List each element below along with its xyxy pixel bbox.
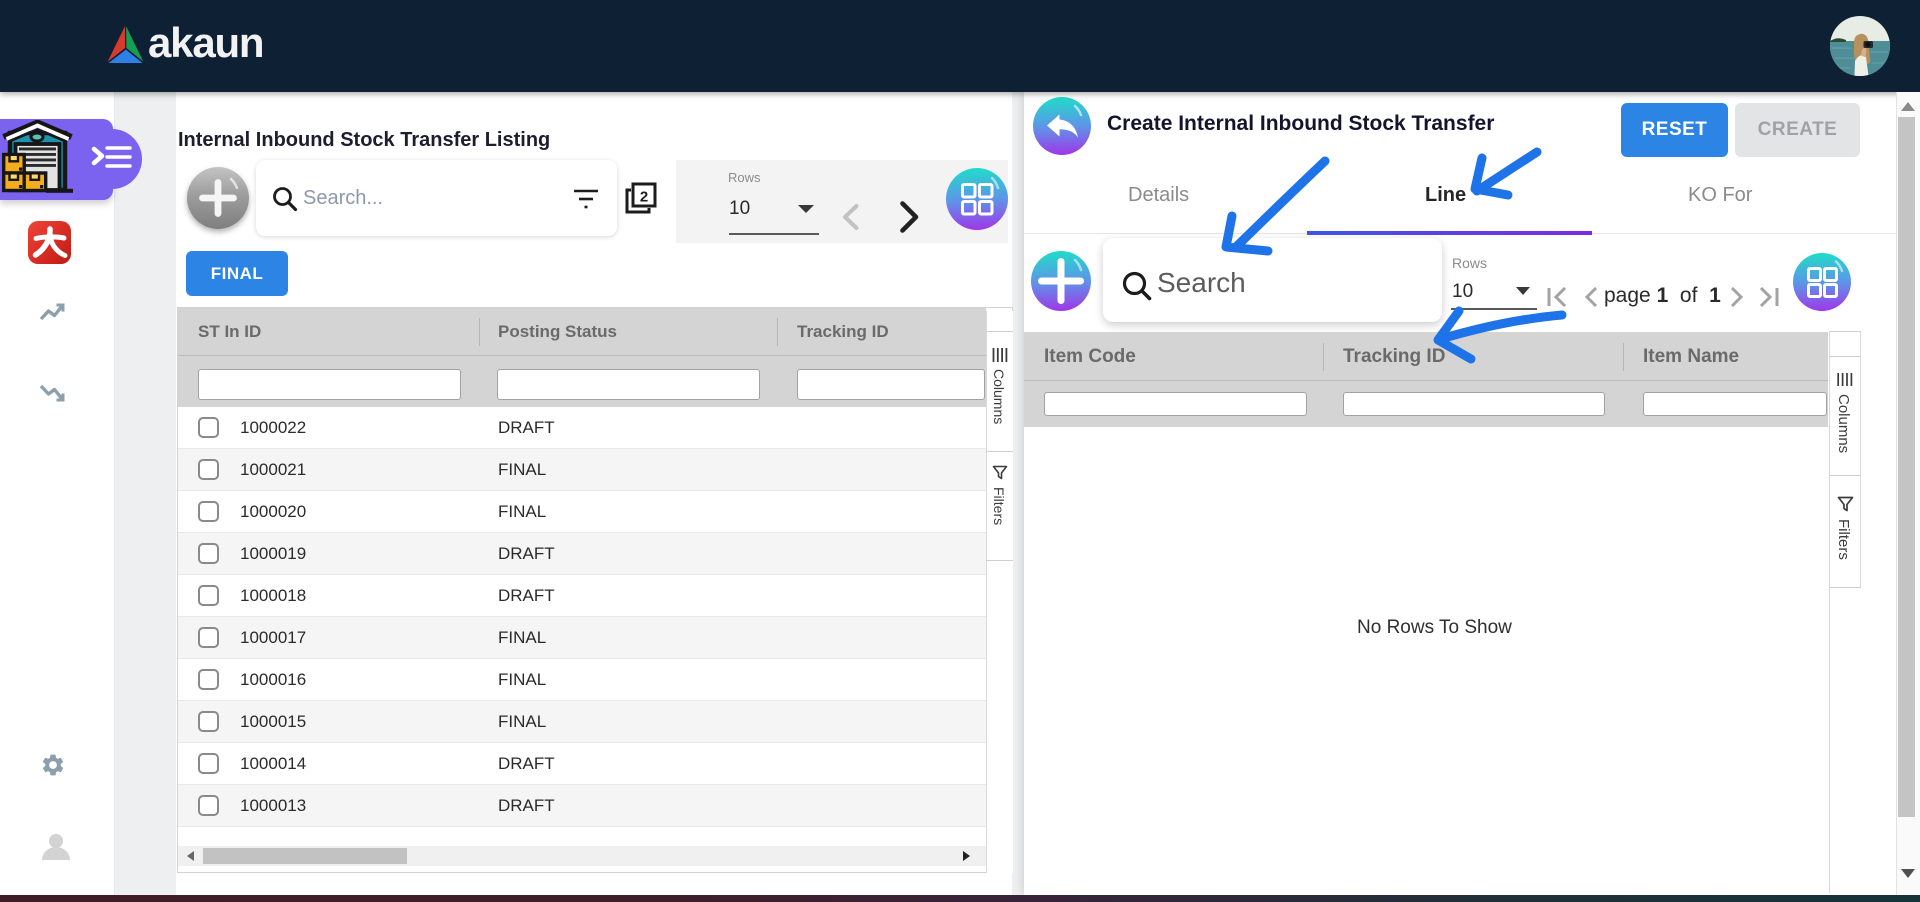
svg-text:2: 2: [640, 189, 648, 206]
